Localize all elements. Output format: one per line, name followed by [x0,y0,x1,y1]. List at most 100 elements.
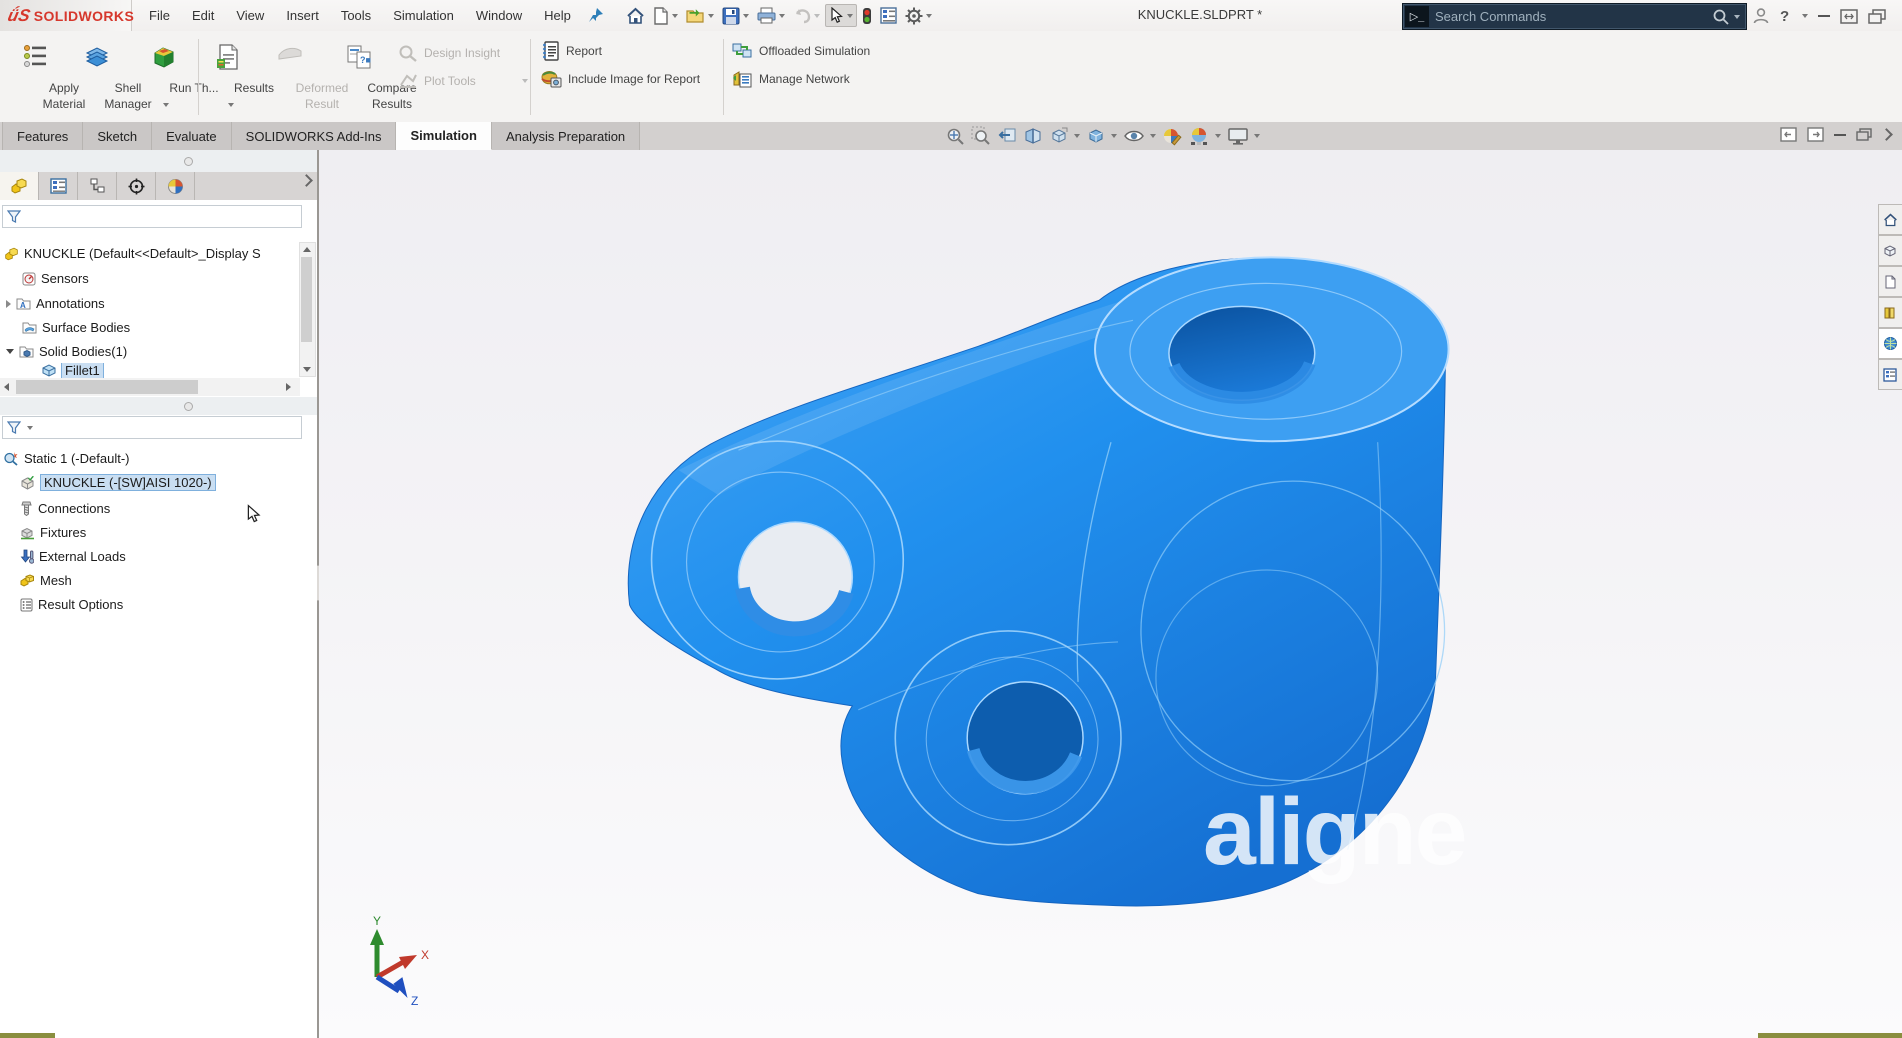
pin-menu-icon[interactable] [588,7,604,23]
sim-tree-study[interactable]: Static 1 (-Default-) [3,447,299,470]
tree-item-annotations[interactable]: A Annotations [6,292,302,315]
compare-results-button[interactable]: ?■ Compare Results [326,35,392,119]
print-dropdown-arrow[interactable] [779,14,785,18]
section-view-button[interactable] [1022,125,1044,147]
tab-sketch[interactable]: Sketch [83,122,152,150]
menu-edit[interactable]: Edit [181,8,225,23]
display-style-button[interactable] [1085,125,1118,147]
print-button[interactable] [754,5,788,26]
new-dropdown-arrow[interactable] [672,14,678,18]
panel-splitter-middle[interactable] [0,397,317,415]
apply-scene-dropdown[interactable] [1215,134,1221,138]
menu-insert[interactable]: Insert [275,8,330,23]
search-icon[interactable] [1712,8,1730,26]
user-account-icon[interactable] [1752,7,1770,25]
scroll-down-arrow[interactable] [303,367,311,372]
help-dropdown-arrow[interactable] [1802,14,1808,18]
scroll-right-arrow[interactable] [286,383,291,391]
offloaded-simulation-button[interactable]: Offloaded Simulation [731,39,870,63]
menu-view[interactable]: View [225,8,275,23]
options-dropdown-arrow[interactable] [926,14,932,18]
sim-tree-mesh[interactable]: Mesh [20,569,316,592]
sim-tree-fixtures[interactable]: Fixtures [20,521,316,544]
save-button[interactable] [719,5,752,27]
select-dropdown-arrow[interactable] [847,14,853,18]
splitter-handle-dot[interactable] [184,402,193,411]
select-tool-button[interactable] [825,4,857,27]
menu-simulation[interactable]: Simulation [382,8,465,23]
apply-material-button[interactable]: Apply Material [6,35,64,119]
options-button[interactable] [902,5,935,27]
interference-check-button[interactable] [859,5,875,27]
sim-tree-result-options[interactable]: Result Options [20,593,316,616]
zoom-to-fit-button[interactable] [944,125,966,147]
hscroll-thumb[interactable] [16,380,198,394]
collapse-arrow-icon[interactable] [6,349,14,354]
tab-solidworks-add-ins[interactable]: SOLIDWORKS Add-Ins [232,122,397,150]
sim-tree-material[interactable]: KNUCKLE (-[SW]AISI 1020-) [20,471,316,494]
taskpane-home-tab[interactable] [1878,204,1902,235]
search-scope-icon[interactable]: ▷_ [1405,6,1429,27]
plot-tools-button[interactable]: Plot Tools [398,69,528,93]
feature-tree-root[interactable]: KNUCKLE (Default<<Default>_Display S [4,242,300,265]
include-image-button[interactable]: Include Image for Report [540,67,700,91]
minimize-button[interactable] [1818,15,1830,17]
taskpane-3d-models-tab[interactable] [1878,235,1902,266]
file-properties-button[interactable] [877,5,900,26]
view-orientation-dropdown[interactable] [1074,134,1080,138]
deformed-result-button[interactable]: Deformed Result [258,35,322,119]
save-dropdown-arrow[interactable] [743,14,749,18]
zoom-to-area-button[interactable] [970,125,992,147]
tab-configuration-manager[interactable] [78,172,117,200]
taskpane-design-library-tab[interactable] [1878,266,1902,297]
tab-dimxpert-manager[interactable] [117,172,156,200]
plot-tools-dropdown[interactable] [522,79,528,83]
restore-window-icon[interactable] [1868,9,1886,24]
graphics-viewport[interactable]: Y X Z aligne [319,150,1902,1038]
doc-restore-button[interactable] [1856,128,1872,142]
tree-item-surface-bodies[interactable]: Surface Bodies [22,316,318,339]
hide-show-dropdown[interactable] [1150,134,1156,138]
view-settings-dropdown[interactable] [1254,134,1260,138]
tab-analysis-preparation[interactable]: Analysis Preparation [492,122,640,150]
simulation-tree-filter[interactable] [2,416,302,439]
knuckle-3d-model[interactable] [319,150,1902,1038]
previous-view-button[interactable] [996,125,1018,147]
sim-tree-external-loads[interactable]: External Loads [20,545,316,568]
sim-tree-connections[interactable]: Connections [20,497,316,520]
tab-simulation[interactable]: Simulation [396,122,491,150]
collapse-left-pane-icon[interactable] [1780,127,1797,142]
taskpane-custom-properties-tab[interactable] [1878,359,1902,390]
results-dropdown[interactable] [228,103,234,107]
tab-features[interactable]: Features [2,122,83,150]
view-orientation-button[interactable] [1048,125,1081,147]
panel-splitter-top[interactable] [0,150,317,172]
search-dropdown-arrow[interactable] [1734,15,1740,19]
scroll-left-arrow[interactable] [4,383,9,391]
home-button[interactable] [623,5,648,27]
open-dropdown-arrow[interactable] [708,14,714,18]
taskpane-online-resources-tab[interactable] [1878,328,1902,359]
restore-width-icon[interactable] [1840,9,1858,24]
manage-network-button[interactable]: Manage Network [731,67,850,91]
tree-item-solid-bodies[interactable]: Solid Bodies(1) [6,340,302,363]
expand-arrow-icon[interactable] [6,300,11,308]
view-settings-button[interactable] [1226,125,1261,147]
tab-evaluate[interactable]: Evaluate [152,122,232,150]
doc-minimize-button[interactable] [1834,134,1846,136]
collapse-right-pane-icon[interactable] [1807,127,1824,142]
feature-tree-hscrollbar[interactable] [0,378,300,396]
hide-show-items-button[interactable] [1122,125,1157,147]
splitter-handle-dot[interactable] [184,157,193,166]
filter-dropdown-arrow[interactable] [27,426,33,430]
help-button[interactable]: ? [1780,8,1789,25]
menu-window[interactable]: Window [465,8,533,23]
tree-item-fillet1[interactable]: Fillet1 [42,363,338,378]
undo-dropdown-arrow[interactable] [814,14,820,18]
expand-toolbar-chevron[interactable] [1880,128,1893,141]
open-button[interactable] [683,5,717,26]
edit-appearance-button[interactable] [1161,125,1184,147]
shell-manager-button[interactable]: Shell Manager [66,35,128,119]
tab-featuremanager-tree[interactable] [0,172,39,200]
results-button[interactable]: Results [202,35,254,119]
